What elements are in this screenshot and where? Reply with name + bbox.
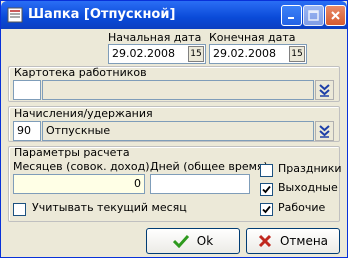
accruals-dropdown-button[interactable] [315,121,334,141]
start-date-value: 29.02.2008 [112,47,175,60]
checkmark-icon [262,205,271,214]
window-title: Шапка [Отпускной] [28,7,176,22]
start-date-calendar-button[interactable]: 15 [188,46,204,62]
green-check-icon [172,234,189,248]
ok-label: Ok [196,234,214,248]
employee-code-input[interactable] [13,80,41,100]
double-chevron-down-icon [319,83,330,97]
holidays-label: Праздники [278,162,342,175]
accrual-name-value: Отпускные [46,124,111,137]
current-month-label: Учитывать текущий месяц [32,201,187,214]
dialog-body: Начальная дата Конечная дата 29.02.2008 … [4,29,344,255]
days-input[interactable] [150,174,250,194]
days-label: Дней (общее время) [150,160,268,173]
end-date-label: Конечная дата [209,31,296,44]
title-bar[interactable]: Шапка [Отпускной] [1,1,347,29]
end-date-calendar-button[interactable]: 15 [289,46,305,62]
minimize-button[interactable] [281,5,302,26]
red-x-icon [258,234,272,248]
close-icon [331,11,340,20]
calendar-icon: 15 [190,49,202,59]
end-date-value: 29.02.2008 [213,47,276,60]
accrual-code-value: 90 [17,124,31,137]
accrual-code-input[interactable]: 90 [13,121,41,141]
accrual-name-field: Отпускные [42,121,314,141]
current-month-checkbox[interactable] [13,203,26,216]
cancel-button[interactable]: Отмена [246,228,340,254]
app-icon [7,7,23,23]
close-button[interactable] [325,5,346,26]
months-label: Месяцев (совок. доход) [13,160,150,173]
holidays-checkbox[interactable] [260,164,273,177]
employees-dropdown-button[interactable] [315,80,334,100]
dialog-window: Шапка [Отпускной] Начальная дата Конечна… [0,0,348,258]
cancel-label: Отмена [279,234,329,248]
employees-label: Картотека работников [14,66,147,79]
workdays-label: Рабочие [278,201,326,214]
checkmark-icon [262,185,271,194]
months-input[interactable]: 0 [13,174,145,194]
calc-params-label: Параметры расчета [14,146,130,159]
maximize-button[interactable] [303,5,324,26]
ok-button[interactable]: Ok [146,228,240,254]
employee-name-field [42,80,314,100]
start-date-label: Начальная дата [108,31,202,44]
weekends-label: Выходные [278,181,338,194]
calendar-icon: 15 [291,49,303,59]
minimize-icon [288,17,294,19]
months-value: 0 [134,177,141,190]
workdays-checkbox[interactable] [260,203,273,216]
double-chevron-down-icon [319,124,330,138]
weekends-checkbox[interactable] [260,183,273,196]
accruals-label: Начисления/удержания [14,107,153,120]
maximize-icon [308,10,319,21]
